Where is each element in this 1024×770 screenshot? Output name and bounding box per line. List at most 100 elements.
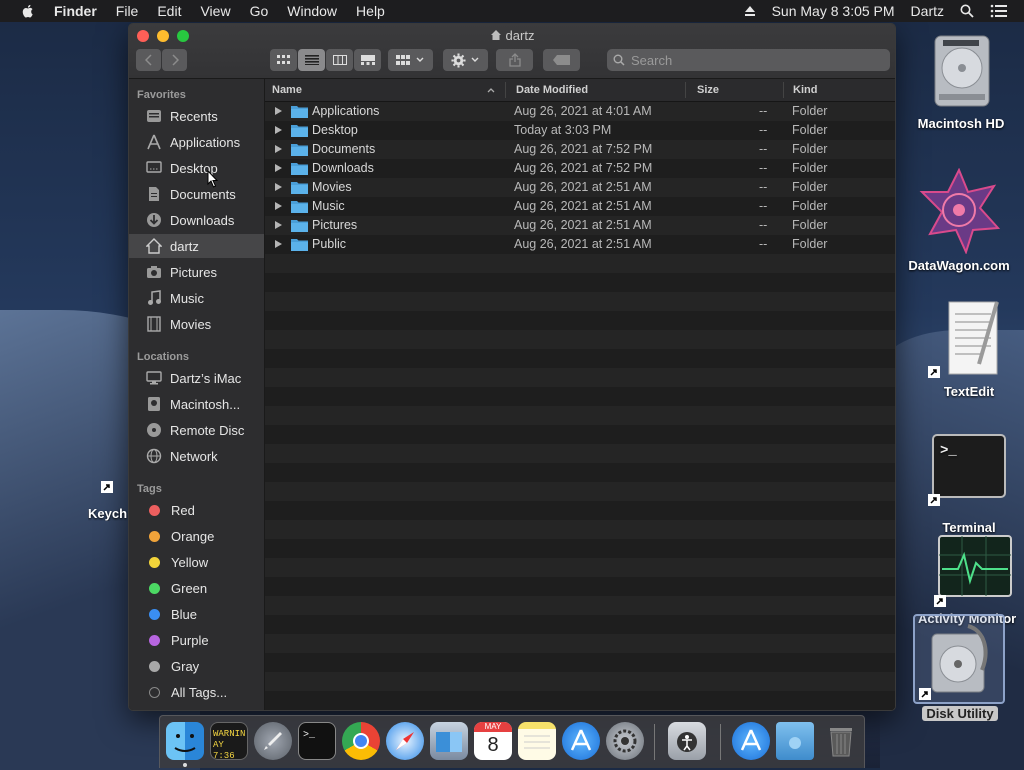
disclosure-triangle-icon[interactable] — [275, 164, 282, 172]
disclosure-triangle-icon[interactable] — [275, 145, 282, 153]
sidebar-tag-red[interactable]: Red — [129, 498, 264, 522]
menu-go[interactable]: Go — [250, 3, 269, 19]
sidebar-item-downloads[interactable]: Downloads — [129, 208, 264, 232]
column-divider[interactable] — [685, 82, 686, 98]
sidebar-item-desktop[interactable]: Desktop — [129, 156, 264, 180]
desktop-icon-macintosh-hd[interactable]: Macintosh HD — [913, 32, 1009, 131]
column-header-kind[interactable]: Kind — [793, 84, 817, 96]
sidebar-item-label: dartz — [170, 238, 199, 254]
sidebar-item-dartz[interactable]: dartz — [129, 234, 264, 258]
search-field[interactable] — [607, 49, 890, 71]
dock-notes[interactable] — [518, 722, 556, 760]
dock-finder[interactable] — [166, 722, 204, 760]
disclosure-triangle-icon[interactable] — [275, 221, 282, 229]
sidebar-tag-blue[interactable]: Blue — [129, 602, 264, 626]
sidebar-tag-green[interactable]: Green — [129, 576, 264, 600]
sidebar-item-imac[interactable]: Dartz’s iMac — [129, 366, 264, 390]
sidebar-item-documents[interactable]: Documents — [129, 182, 264, 206]
icon-view-button[interactable] — [270, 49, 297, 71]
dock-system-preferences[interactable] — [606, 722, 644, 760]
menubar-user[interactable]: Dartz — [911, 3, 944, 19]
disclosure-triangle-icon[interactable] — [275, 126, 282, 134]
sidebar-item-applications[interactable]: Applications — [129, 130, 264, 154]
sidebar-item-pictures[interactable]: Pictures — [129, 260, 264, 284]
sidebar-tag-yellow[interactable]: Yellow — [129, 550, 264, 574]
sidebar-item-music[interactable]: Music — [129, 286, 264, 310]
menu-view[interactable]: View — [200, 3, 230, 19]
desktop-icon-textedit[interactable]: TextEdit — [920, 298, 1018, 399]
dock-migration-assistant[interactable] — [430, 722, 468, 760]
column-header-size[interactable]: Size — [697, 84, 719, 96]
disclosure-triangle-icon[interactable] — [275, 202, 282, 210]
dock-launchpad[interactable] — [254, 722, 292, 760]
sidebar-tag-orange[interactable]: Orange — [129, 524, 264, 548]
disclosure-triangle-icon[interactable] — [275, 107, 282, 115]
table-row[interactable]: Applications Aug 26, 2021 at 4:01 AM -- Fol… — [265, 102, 895, 121]
menu-edit[interactable]: Edit — [157, 3, 181, 19]
folder-icon — [291, 125, 308, 137]
menu-file[interactable]: File — [116, 3, 139, 19]
row-size: -- — [759, 218, 768, 232]
sidebar-item-recents[interactable]: Recents — [129, 104, 264, 128]
apple-logo-icon[interactable] — [20, 3, 36, 19]
list-view-button[interactable] — [298, 49, 325, 71]
sidebar-tag-gray[interactable]: Gray — [129, 654, 264, 678]
column-view-button[interactable] — [326, 49, 353, 71]
sidebar-all-tags[interactable]: All Tags... — [129, 680, 264, 704]
menu-window[interactable]: Window — [287, 3, 337, 19]
row-size: -- — [759, 123, 768, 137]
menubar-clock[interactable]: Sun May 8 3:05 PM — [772, 3, 895, 19]
group-by-button[interactable] — [388, 49, 433, 71]
desktop-icon-datawagon[interactable]: DataWagon.com — [905, 168, 1013, 273]
dock-trash[interactable] — [822, 722, 860, 760]
forward-button[interactable] — [162, 49, 187, 71]
sidebar-item-network[interactable]: Network — [129, 444, 264, 468]
desktop-icon-activity-monitor[interactable]: Activity Monitor — [918, 535, 1024, 626]
table-row[interactable]: Downloads Aug 26, 2021 at 7:52 PM -- Folder — [265, 159, 895, 178]
dock-terminal[interactable]: >_ — [298, 722, 336, 760]
share-button[interactable] — [496, 49, 533, 71]
table-row[interactable]: Pictures Aug 26, 2021 at 2:51 AM -- Folder — [265, 216, 895, 235]
edit-tags-button[interactable] — [543, 49, 580, 71]
back-button[interactable] — [136, 49, 161, 71]
menu-app-finder[interactable]: Finder — [54, 3, 97, 19]
dock-applications-stack[interactable] — [732, 722, 770, 760]
table-row[interactable]: Documents Aug 26, 2021 at 7:52 PM -- Folder — [265, 140, 895, 159]
sidebar-tag-purple[interactable]: Purple — [129, 628, 264, 652]
desktop-icon-disk-utility[interactable]: Disk Utility — [913, 614, 1007, 721]
desktop-icon-terminal[interactable]: >_ Terminal — [920, 434, 1018, 535]
sidebar-item-movies[interactable]: Movies — [129, 312, 264, 336]
column-divider[interactable] — [505, 82, 506, 98]
table-row[interactable]: Public Aug 26, 2021 at 2:51 AM -- Folder — [265, 235, 895, 254]
table-row[interactable]: Movies Aug 26, 2021 at 2:51 AM -- Folder — [265, 178, 895, 197]
table-row[interactable]: Music Aug 26, 2021 at 2:51 AM -- Folder — [265, 197, 895, 216]
dock-chrome[interactable] — [342, 722, 380, 760]
sidebar-item-macintosh-hd[interactable]: Macintosh... — [129, 392, 264, 416]
empty-row — [265, 691, 895, 710]
sort-ascending-chevron-icon[interactable] — [487, 87, 495, 93]
column-divider[interactable] — [783, 82, 784, 98]
table-row[interactable]: Desktop Today at 3:03 PM -- Folder — [265, 121, 895, 140]
eject-icon[interactable] — [744, 5, 756, 17]
menu-help[interactable]: Help — [356, 3, 385, 19]
sidebar-item-remote-disc[interactable]: Remote Disc — [129, 418, 264, 442]
empty-row — [265, 368, 895, 387]
dock-safari[interactable] — [386, 722, 424, 760]
dock-console[interactable]: WARNIN AY 7:36 — [210, 722, 248, 761]
disclosure-triangle-icon[interactable] — [275, 240, 282, 248]
column-header-date[interactable]: Date Modified — [516, 84, 588, 96]
search-input[interactable] — [629, 51, 873, 69]
disclosure-triangle-icon[interactable] — [275, 183, 282, 191]
column-header-name[interactable]: Name — [272, 84, 302, 96]
action-menu-button[interactable] — [443, 49, 488, 71]
trash-icon — [830, 728, 852, 757]
dock-accessibility[interactable] — [668, 722, 706, 760]
dock-calendar[interactable]: MAY 8 — [474, 722, 512, 760]
dock-downloads-stack[interactable] — [776, 722, 814, 760]
desktop-icon-keychain-partial[interactable]: Keych — [88, 506, 128, 521]
spotlight-search-icon[interactable] — [960, 4, 974, 18]
gallery-view-button[interactable] — [354, 49, 381, 71]
notification-center-icon[interactable] — [990, 4, 1008, 18]
dock-app-store[interactable] — [562, 722, 600, 760]
sidebar-item-label: Macintosh... — [170, 396, 241, 412]
